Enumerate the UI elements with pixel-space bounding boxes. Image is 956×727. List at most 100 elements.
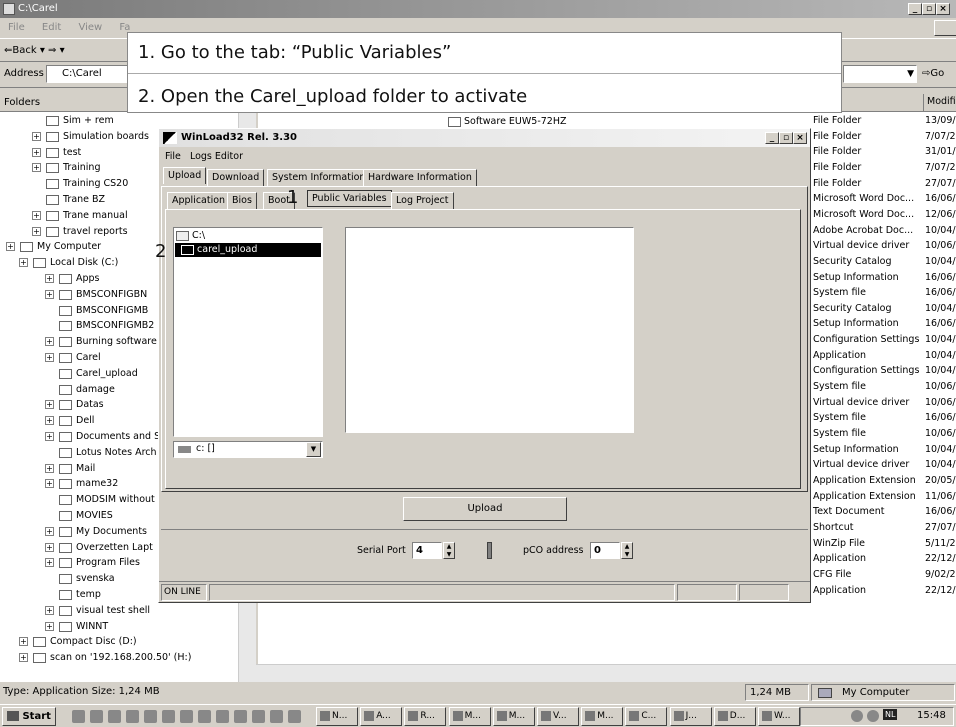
horizontal-scrollbar[interactable] <box>256 664 956 682</box>
file-date-cell[interactable]: 16/06/ <box>925 270 956 286</box>
file-date-cell[interactable]: 12/06/ <box>925 207 956 223</box>
taskbar-button[interactable]: M... <box>581 707 624 726</box>
file-type-cell[interactable]: Setup Information <box>813 442 899 458</box>
file-type-cell[interactable]: Setup Information <box>813 316 899 332</box>
address-input[interactable]: C:\Carel <box>46 65 128 83</box>
file-date-cell[interactable]: 16/06/ <box>925 410 956 426</box>
file-date-cell[interactable]: 16/06/ <box>925 504 956 520</box>
expand-icon[interactable]: + <box>45 416 54 426</box>
close-button[interactable]: × <box>936 3 950 15</box>
file-date-cell[interactable]: 27/07/ <box>925 520 956 536</box>
calc-icon[interactable] <box>198 710 211 723</box>
file-type-cell[interactable]: File Folder <box>813 129 861 145</box>
volume-icon[interactable] <box>851 710 863 722</box>
file-type-cell[interactable]: Microsoft Word Doc... <box>813 191 914 207</box>
file-date-cell[interactable]: 7/07/2 <box>925 160 956 176</box>
taskbar-button[interactable]: N... <box>316 707 358 726</box>
file-type-cell[interactable]: Adobe Acrobat Doc... <box>813 223 913 239</box>
upload-button[interactable]: Upload <box>403 497 567 521</box>
expand-icon[interactable]: + <box>45 542 54 552</box>
file-type-cell[interactable]: Shortcut <box>813 520 853 536</box>
file-type-cell[interactable]: Application <box>813 348 866 364</box>
taskbar-button[interactable]: M... <box>448 707 491 726</box>
file-type-cell[interactable]: Security Catalog <box>813 301 892 317</box>
word-icon[interactable] <box>144 710 157 723</box>
file-type-cell[interactable]: Application <box>813 551 866 567</box>
menu-view[interactable]: View <box>78 22 102 33</box>
file-date-cell[interactable]: 10/06/ <box>925 379 956 395</box>
maximize-button[interactable]: ▫ <box>922 3 936 15</box>
serial-port-input[interactable]: 4 <box>412 542 442 559</box>
expand-icon[interactable]: + <box>32 226 41 236</box>
file-type-cell[interactable]: System file <box>813 379 866 395</box>
tab-upload[interactable]: Upload <box>163 167 207 184</box>
file-type-cell[interactable]: Virtual device driver <box>813 457 909 473</box>
expand-icon[interactable]: + <box>19 637 28 647</box>
file-date-cell[interactable]: 31/01/ <box>925 144 956 160</box>
taskbar-button[interactable]: J... <box>669 707 712 726</box>
file-type-cell[interactable]: Virtual device driver <box>813 238 909 254</box>
explorer-icon[interactable] <box>216 710 229 723</box>
expand-icon[interactable]: + <box>19 258 28 268</box>
file-type-cell[interactable]: File Folder <box>813 160 861 176</box>
taskbar-button[interactable]: R... <box>404 707 447 726</box>
file-type-cell[interactable]: File Folder <box>813 113 861 129</box>
dir-carel-upload[interactable]: carel_upload <box>175 243 321 257</box>
file-type-cell[interactable]: Virtual device driver <box>813 395 909 411</box>
file-date-cell[interactable]: 5/11/2 <box>925 536 956 552</box>
expand-icon[interactable]: + <box>45 558 54 568</box>
file-date-cell[interactable]: 10/04/ <box>925 254 956 270</box>
file-type-cell[interactable]: Configuration Settings <box>813 363 919 379</box>
expand-icon[interactable]: + <box>45 274 54 283</box>
file-date-cell[interactable]: 10/06/ <box>925 238 956 254</box>
outlook-icon[interactable] <box>126 710 139 723</box>
file-date-cell[interactable]: 16/06/ <box>925 285 956 301</box>
file-date-cell[interactable]: 10/06/ <box>925 426 956 442</box>
file-type-cell[interactable]: System file <box>813 285 866 301</box>
menu-edit[interactable]: Edit <box>42 22 61 33</box>
address-dropdown[interactable]: ▼ <box>843 65 917 83</box>
expand-icon[interactable]: + <box>45 353 54 362</box>
tab-system-information[interactable]: System Information <box>267 169 371 186</box>
file-date-cell[interactable]: 10/04/ <box>925 332 956 348</box>
file-type-cell[interactable]: Application Extension <box>813 473 916 489</box>
file-type-cell[interactable]: Microsoft Word Doc... <box>813 207 914 223</box>
drive-select[interactable]: c: [] ▼ <box>173 441 323 458</box>
file-date-cell[interactable]: 27/07/ <box>925 176 956 192</box>
taskbar-button[interactable]: A... <box>360 707 403 726</box>
taskbar-button[interactable]: D... <box>713 707 756 726</box>
expand-icon[interactable]: + <box>45 400 54 410</box>
file-date-cell[interactable]: 16/06/ <box>925 191 956 207</box>
modified-column[interactable]: Modifie <box>927 96 956 107</box>
tab-bios[interactable]: Bios <box>227 192 257 209</box>
pco-address-spinner[interactable]: ▲ ▼ <box>621 542 633 559</box>
file-date-cell[interactable]: 16/06/ <box>925 316 956 332</box>
expand-icon[interactable]: + <box>45 432 54 441</box>
file-type-cell[interactable]: File Folder <box>813 144 861 160</box>
file-date-cell[interactable]: 10/04/ <box>925 457 956 473</box>
file-date-cell[interactable]: 10/04/ <box>925 301 956 317</box>
file-date-cell[interactable]: 7/07/2 <box>925 129 956 145</box>
dialog-menu-logs-editor[interactable]: Logs Editor <box>190 151 243 162</box>
tab-download[interactable]: Download <box>207 169 265 186</box>
plugin-icon[interactable] <box>252 710 265 723</box>
dialog-maximize-button[interactable]: ▫ <box>779 132 793 144</box>
paint-icon[interactable] <box>234 710 247 723</box>
expand-icon[interactable]: + <box>32 210 41 220</box>
expand-icon[interactable]: + <box>45 463 54 473</box>
file-type-cell[interactable]: CFG File <box>813 567 851 583</box>
file-date-cell[interactable]: 10/04/ <box>925 442 956 458</box>
file-date-cell[interactable]: 10/06/ <box>925 395 956 411</box>
expand-icon[interactable]: + <box>6 242 15 252</box>
file-date-cell[interactable]: 9/02/2 <box>925 567 956 583</box>
tab-public-variables[interactable]: Public Variables <box>307 190 392 207</box>
taskbar-button[interactable]: M... <box>492 707 535 726</box>
file-date-cell[interactable]: 20/05/ <box>925 473 956 489</box>
expand-icon[interactable]: + <box>32 163 41 173</box>
file-date-cell[interactable]: 10/04/ <box>925 223 956 239</box>
expand-icon[interactable]: + <box>32 147 41 157</box>
file-date-cell[interactable]: 10/04/ <box>925 363 956 379</box>
file-type-cell[interactable]: System file <box>813 410 866 426</box>
file-date-cell[interactable]: 10/04/ <box>925 348 956 364</box>
tab-application[interactable]: Application <box>167 192 231 209</box>
